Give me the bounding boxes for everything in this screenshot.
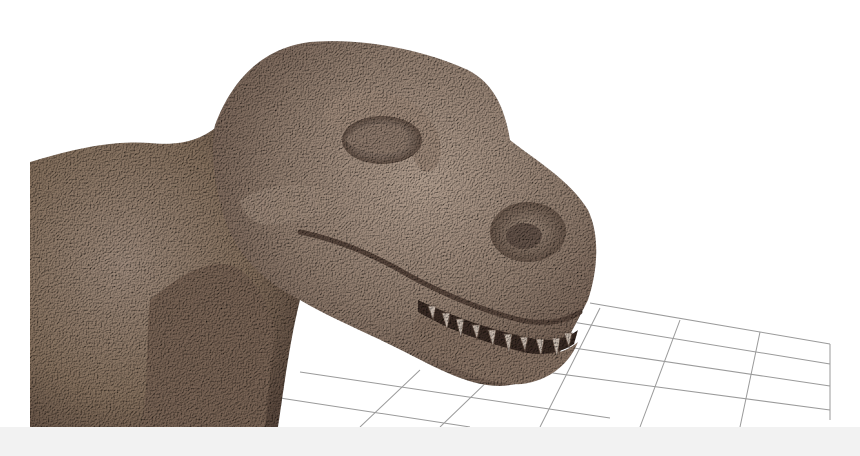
- trex-nostril: [506, 223, 542, 249]
- grid-line: [299, 371, 611, 419]
- grid-line: [589, 302, 831, 345]
- grid-line: [739, 331, 761, 428]
- render-scene: [30, 41, 831, 428]
- render-viewport: [0, 0, 860, 456]
- bottom-bar: [0, 427, 860, 456]
- grid-line: [559, 319, 831, 365]
- trex-sculpt: [30, 41, 597, 427]
